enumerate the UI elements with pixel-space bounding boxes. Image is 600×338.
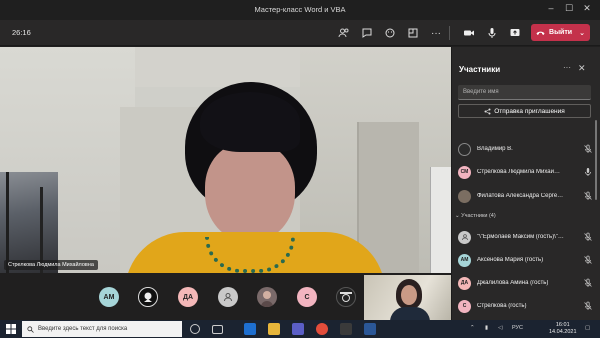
edge-icon[interactable]: [244, 323, 256, 335]
invite-label: Отправка приглашения: [494, 107, 565, 115]
network-icon[interactable]: ▮: [485, 325, 488, 331]
word-icon[interactable]: [364, 323, 376, 335]
avatar: ДА: [458, 276, 471, 290]
panel-scrollbar[interactable]: [595, 120, 597, 200]
close-window-icon[interactable]: ✕: [580, 3, 594, 14]
taskbar-search-input[interactable]: Введите здесь текст для поиска: [22, 321, 182, 337]
participant-avatar-filatova[interactable]: [257, 287, 277, 307]
list-item[interactable]: СМ Стрелкова Людмила Михай…: [458, 163, 593, 181]
notifications-icon[interactable]: ▢: [585, 325, 590, 331]
avatar: [458, 142, 471, 156]
phone-hangup-icon: [536, 31, 545, 35]
app-icon[interactable]: [340, 323, 352, 335]
list-item[interactable]: Филатова Александра Серге…: [458, 187, 593, 205]
participant-name: Стрелкова (гость): [477, 303, 527, 309]
mic-muted-icon: [584, 301, 592, 310]
main-video: [0, 47, 451, 273]
attendees-section-header[interactable]: ⌄ Участники (4): [455, 213, 496, 219]
avatar: СМ: [458, 165, 471, 179]
mic-muted-icon: [584, 191, 592, 200]
profile-photo-icon: [144, 292, 152, 302]
chrome-icon[interactable]: [316, 323, 328, 335]
speaker-name-tag: Стрелкова Людмила Михайловна: [4, 260, 98, 270]
cortana-icon[interactable]: [190, 324, 200, 334]
share-icon: [484, 108, 491, 114]
participant-name: Джалилова Амина (гость): [477, 280, 549, 286]
title-bar: Мастер-класс Word и VBA – ☐ ✕: [0, 0, 600, 20]
participant-name: "\"Ермолаев Максим (гость)\"…: [477, 234, 564, 240]
profile-photo-icon: [261, 291, 273, 307]
breakout-rooms-icon[interactable]: [405, 25, 421, 41]
panel-title: Участники: [459, 65, 501, 74]
mic-muted-icon: [584, 278, 592, 287]
more-actions-icon[interactable]: ···: [428, 25, 444, 41]
volume-icon[interactable]: ◁: [498, 325, 502, 331]
toolbar-divider: [449, 26, 450, 40]
avatar: [458, 189, 471, 203]
window-title: Мастер-класс Word и VBA: [254, 5, 346, 14]
share-screen-icon[interactable]: [507, 25, 523, 41]
list-item[interactable]: С Стрелкова (гость): [458, 297, 593, 315]
participant-avatar-nirvana[interactable]: [336, 287, 356, 307]
participant-name: Аксенова Мария (гость): [477, 257, 544, 263]
profile-photo-icon: [340, 292, 352, 302]
avatar: С: [458, 299, 471, 313]
participant-avatar-s[interactable]: С: [297, 287, 317, 307]
leave-button[interactable]: Выйти ⌄: [531, 24, 590, 41]
participant-avatar-vladimir[interactable]: [138, 287, 158, 307]
self-video: [364, 275, 451, 320]
mic-muted-icon: [584, 232, 592, 241]
chevron-down-icon[interactable]: ⌄: [579, 29, 585, 37]
maximize-icon[interactable]: ☐: [562, 3, 576, 14]
mic-icon: [585, 168, 591, 176]
avatar: АМ: [458, 253, 471, 267]
mic-muted-icon: [584, 255, 592, 264]
participant-name: Владимир В.: [477, 146, 513, 152]
person-icon: [461, 234, 468, 241]
chat-icon[interactable]: [359, 25, 375, 41]
participants-icon[interactable]: [336, 25, 352, 41]
tray-chevron-icon[interactable]: ⌃: [470, 325, 475, 331]
mic-muted-icon: [584, 144, 592, 153]
panel-more-icon[interactable]: ···: [563, 63, 571, 72]
file-explorer-icon[interactable]: [268, 323, 280, 335]
participant-avatar-am[interactable]: АМ: [99, 287, 119, 307]
avatar: [458, 230, 471, 244]
participant-search-input[interactable]: Введите имя: [458, 85, 591, 100]
camera-icon[interactable]: [461, 25, 477, 41]
task-view-icon[interactable]: [212, 325, 223, 334]
language-indicator[interactable]: РУС: [512, 325, 523, 331]
microphone-icon[interactable]: [484, 25, 500, 41]
windows-start-icon[interactable]: [6, 324, 16, 334]
list-item[interactable]: ДА Джалилова Амина (гость): [458, 274, 593, 292]
reactions-icon[interactable]: [382, 25, 398, 41]
list-item[interactable]: "\"Ермолаев Максим (гость)\"…: [458, 228, 593, 246]
participant-avatar-guest[interactable]: [218, 287, 238, 307]
taskbar-clock[interactable]: 16:01 14.04.2021: [549, 322, 577, 336]
windows-taskbar: Введите здесь текст для поиска ⌃ ▮ ◁ РУС…: [0, 320, 600, 338]
minimize-icon[interactable]: –: [544, 3, 558, 13]
list-item[interactable]: Владимир В.: [458, 140, 593, 158]
meeting-timer: 26:16: [12, 28, 31, 37]
participant-name: Стрелкова Людмила Михай…: [477, 169, 560, 175]
person-icon: [224, 293, 232, 302]
meeting-toolbar: 26:16 ··· Выйти ⌄: [0, 20, 600, 46]
participant-avatar-da[interactable]: ДА: [178, 287, 198, 307]
participant-name: Филатова Александра Серге…: [477, 193, 564, 199]
search-icon: [27, 325, 34, 333]
teams-icon[interactable]: [292, 323, 304, 335]
send-invite-button[interactable]: Отправка приглашения: [458, 104, 591, 118]
list-item[interactable]: АМ Аксенова Мария (гость): [458, 251, 593, 269]
leave-label: Выйти: [549, 29, 573, 36]
panel-close-icon[interactable]: ✕: [578, 63, 586, 74]
